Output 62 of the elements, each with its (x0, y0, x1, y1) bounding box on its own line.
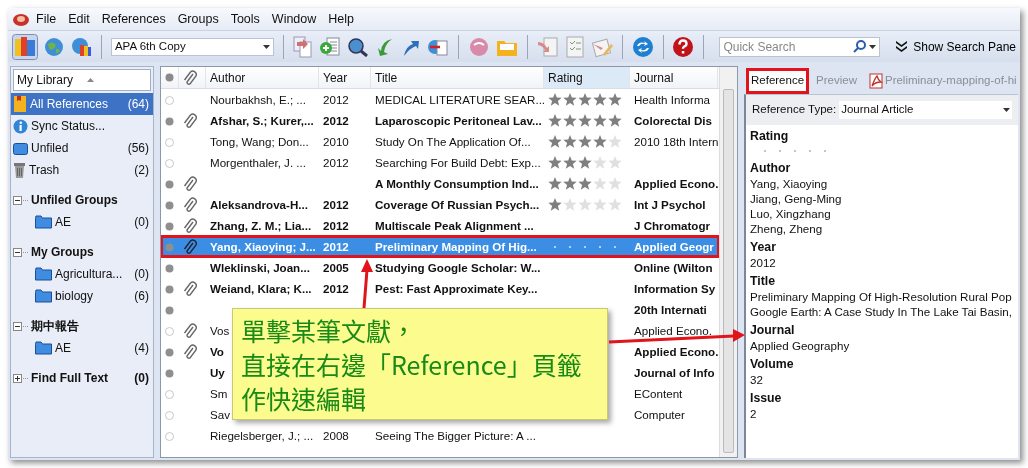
field-label: Issue (749, 391, 783, 406)
table-cell: 2010 (323, 134, 349, 148)
table-cell: Applied Econo. (634, 323, 712, 337)
table-cell: 2012 (323, 92, 349, 106)
table-cell: A Monthly Consumption Ind... (375, 176, 539, 190)
callout-line: 作快速編輯 (241, 381, 367, 415)
table-cell: Preliminary Mapping Of Hig... (375, 239, 537, 253)
table-cell: Study On The Application Of... (375, 134, 531, 148)
table-cell: 2012 (323, 239, 349, 253)
table-cell: 20th Internati (634, 302, 707, 316)
table-cell: Int J Psychol (634, 197, 706, 211)
table-cell: Journal of Info (634, 365, 715, 379)
table-cell: Morgenthaler, J. ... (210, 155, 307, 169)
field-label: Author (749, 161, 792, 176)
table-cell: Tong, Wang; Don... (210, 134, 309, 148)
table-cell: Riegelsberger, J.; ... (210, 428, 314, 442)
table-cell: Vo (210, 344, 224, 358)
table-cell: 2012 (323, 155, 349, 169)
field-label: Journal (749, 323, 796, 338)
table-cell: Colorectal Dis (634, 113, 712, 127)
table-cell: Uy (210, 365, 225, 379)
table-cell: 2012 (323, 281, 349, 295)
table-cell: Sav (210, 407, 230, 421)
table-cell: Yang, Xiaoying; J... (210, 239, 316, 253)
table-cell: Sm (210, 386, 228, 400)
table-cell: Vos (210, 323, 230, 337)
table-cell: J Chromatogr (634, 218, 710, 232)
table-cell: Studying Google Scholar: W... (375, 260, 541, 274)
table-cell: Applied Econo. (634, 176, 719, 190)
callout-line: 直接在右邊「Reference」頁籤 (241, 347, 583, 381)
table-cell: Applied Geogr (634, 239, 714, 253)
table-cell: Pest: Fast Approximate Key... (375, 281, 538, 295)
table-cell: Laparoscopic Peritoneal Lav... (375, 113, 542, 127)
field-label: Year (749, 240, 777, 255)
field-label: Volume (749, 357, 795, 372)
field-label: Rating (749, 129, 790, 144)
field-label: Title (749, 274, 777, 289)
table-cell: 2012 (323, 113, 349, 127)
table-cell: Aleksandrova-H... (210, 197, 308, 211)
table-cell: Nourbakhsh, E.; ... (210, 92, 307, 106)
table-cell: Online (Wilton (634, 260, 713, 274)
table-cell: Seeing The Bigger Picture: A ... (375, 428, 536, 442)
table-cell: 2012 (323, 197, 349, 211)
table-cell: 2008 (323, 428, 349, 442)
table-cell: 2010 18th Intern (634, 134, 719, 148)
table-cell: Wleklinski, Joan... (210, 260, 310, 274)
table-cell: Afshar, S.; Kurer,... (210, 113, 314, 127)
table-cell: Applied Econo. (634, 344, 719, 358)
table-cell: Computer (634, 407, 685, 421)
table-cell: EContent (634, 386, 683, 400)
table-cell: 2012 (323, 218, 349, 232)
table-cell: Zhang, Z. M.; Lia... (210, 218, 312, 232)
table-cell: Weiand, Klara; K... (210, 281, 312, 295)
table-cell: 2005 (323, 260, 349, 274)
field-label: Reference Type: (752, 102, 837, 118)
table-cell: Multiscale Peak Alignment ... (375, 218, 534, 232)
callout-line: 單擊某筆文獻， (241, 313, 417, 347)
table-cell: Health Informa (634, 92, 711, 106)
table-cell: MEDICAL LITERATURE SEAR... (375, 92, 546, 106)
table-cell: Coverage Of Russian Psych... (375, 197, 540, 211)
table-cell: Searching For Build Debt: Exp... (375, 155, 541, 169)
table-cell: Information Sy (634, 281, 716, 295)
